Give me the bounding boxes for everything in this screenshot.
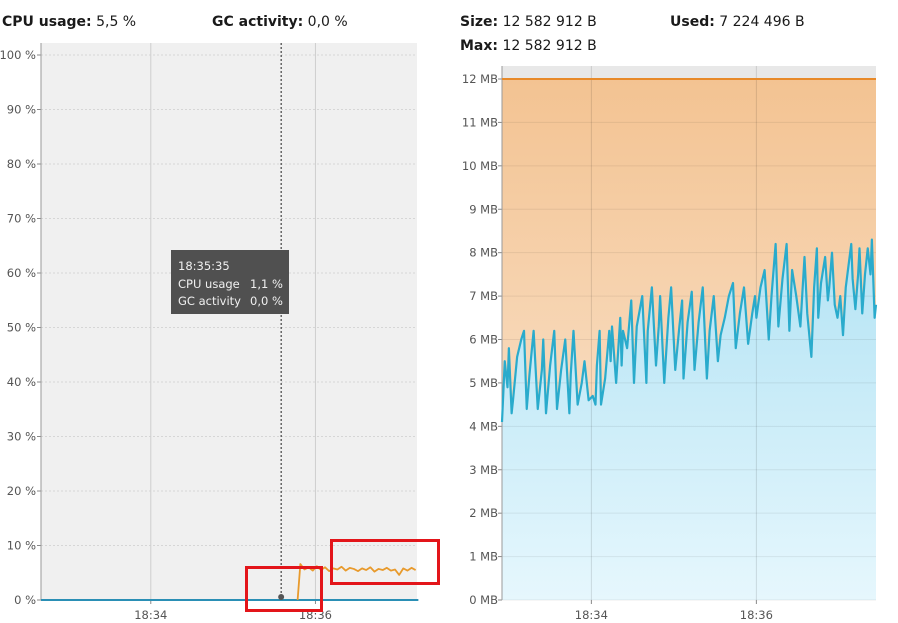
tooltip-row-gc: GC activity 0,0 % xyxy=(178,293,289,311)
heap-y-tick-label: 7 MB xyxy=(469,289,498,303)
heap-y-tick-label: 10 MB xyxy=(462,159,498,173)
cpu-tooltip: 18:35:35 CPU usage 1,1 % GC activity 0,0… xyxy=(171,250,289,314)
heap-y-tick-label: 6 MB xyxy=(469,333,498,347)
heap-memory-chart[interactable]: 0 MB 1 MB 2 MB 3 MB 4 MB 5 MB 6 MB 7 MB 8 MB 9 MB… xyxy=(0,0,898,623)
tooltip-cpu-value: 1,1 % xyxy=(250,276,283,291)
tooltip-gc-label: GC activity xyxy=(178,294,241,308)
heap-y-tick-label: 12 MB xyxy=(462,72,498,86)
heap-y-tick-label: 4 MB xyxy=(469,419,498,433)
tooltip-cpu-label: CPU usage xyxy=(178,276,240,291)
heap-x-tick-label: 18:34 xyxy=(575,608,608,622)
heap-y-tick-label: 3 MB xyxy=(469,463,498,477)
tooltip-gc-value: 0,0 % xyxy=(250,294,283,308)
heap-x-tick-label: 18:36 xyxy=(740,608,773,622)
heap-y-tick-label: 2 MB xyxy=(469,506,498,520)
heap-y-tick-label: 1 MB xyxy=(469,550,498,564)
heap-y-tick-label: 9 MB xyxy=(469,202,498,216)
tooltip-time: 18:35:35 xyxy=(178,259,230,273)
heap-y-tick-label: 11 MB xyxy=(462,115,498,129)
highlight-box-cursor xyxy=(245,566,323,612)
tooltip-row-cpu: CPU usage 1,1 % xyxy=(178,276,289,294)
heap-y-tick-label: 8 MB xyxy=(469,246,498,260)
heap-y-tick-label: 0 MB xyxy=(469,593,498,607)
heap-y-tick-label: 5 MB xyxy=(469,376,498,390)
highlight-box-cpu-line xyxy=(330,539,440,585)
